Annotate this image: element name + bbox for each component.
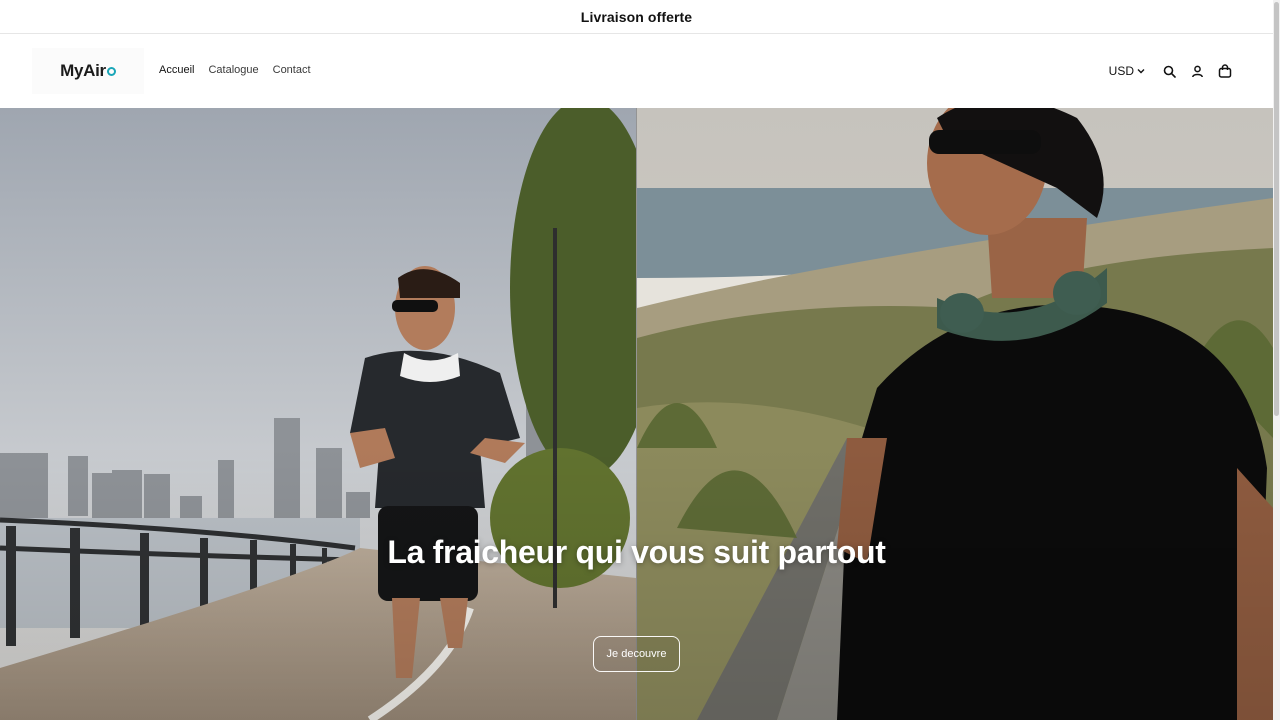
chevron-down-icon (1137, 69, 1145, 74)
account-icon (1191, 65, 1203, 77)
logo-accent-o (106, 66, 116, 76)
nav-item-catalogue[interactable]: Catalogue (201, 62, 265, 78)
announcement-text: Livraison offerte (580, 8, 693, 25)
scrollbar-thumb[interactable] (1274, 2, 1279, 416)
header-actions: USD (1109, 60, 1239, 82)
search-icon (1163, 65, 1176, 78)
announcement-bar: Livraison offerte (0, 0, 1273, 34)
logo-wordmark: MyAir (60, 61, 106, 80)
hero-cta-button[interactable]: Je decouvre (593, 636, 680, 672)
page-scrollbar[interactable] (1273, 0, 1280, 720)
currency-value: USD (1108, 64, 1134, 78)
hero-title: La fraicheur qui vous suit partout (387, 534, 886, 570)
account-button[interactable] (1183, 60, 1211, 82)
nav-item-contact[interactable]: Contact (266, 62, 318, 78)
cart-button[interactable] (1211, 60, 1239, 82)
logo[interactable]: MyAir (32, 48, 144, 94)
search-button[interactable] (1155, 60, 1183, 82)
site-header: MyAir Accueil Catalogue Contact USD (0, 34, 1273, 108)
cart-icon (1218, 64, 1232, 78)
currency-selector[interactable]: USD (1109, 64, 1145, 78)
nav-item-accueil[interactable]: Accueil (152, 62, 201, 78)
hero-overlay (0, 108, 1273, 720)
hero-banner: La fraicheur qui vous suit partout Je de… (0, 108, 1273, 720)
main-nav: Accueil Catalogue Contact (152, 62, 318, 78)
